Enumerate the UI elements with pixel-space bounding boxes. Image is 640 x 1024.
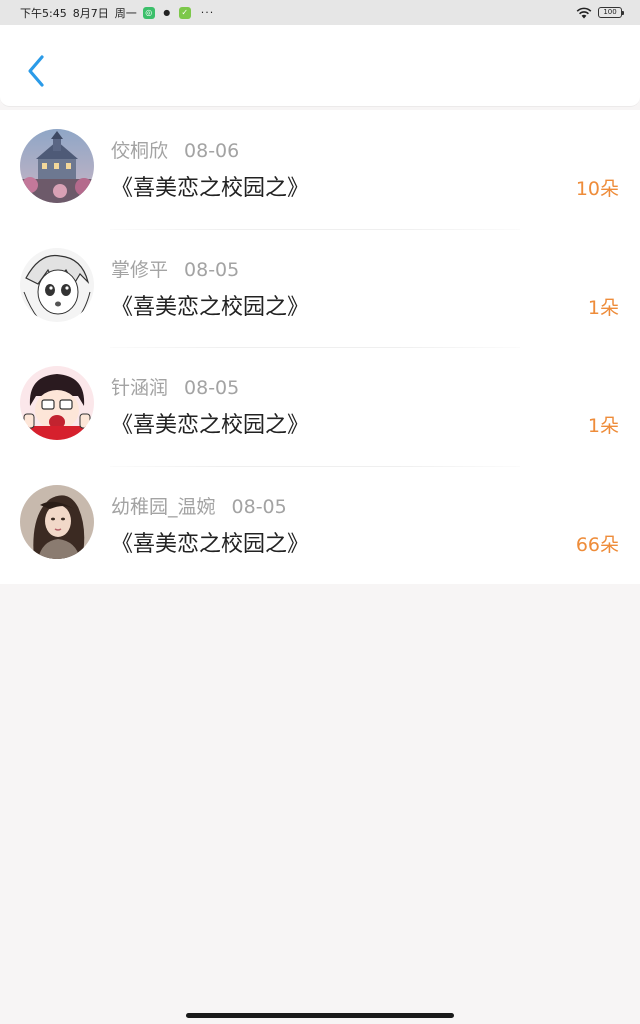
gift-meta: 佼桐欣 08-06 — [111, 136, 239, 163]
status-date: 8月7日 — [72, 6, 109, 20]
username[interactable]: 掌修平 — [111, 259, 168, 281]
gift-amount: 10朵 — [575, 178, 619, 200]
username[interactable]: 针涵润 — [111, 377, 168, 399]
username[interactable]: 幼稚园_温婉 — [111, 496, 216, 518]
back-button[interactable] — [18, 51, 54, 91]
gift-meta: 掌修平 08-05 — [111, 255, 239, 282]
book-title[interactable]: 《喜美恋之校园之》 — [111, 526, 309, 558]
gift-meta: 幼稚园_温婉 08-05 — [111, 492, 287, 519]
status-time: 下午5:45 — [20, 6, 67, 20]
username[interactable]: 佼桐欣 — [111, 140, 168, 162]
avatar[interactable] — [20, 129, 94, 203]
list-item[interactable]: 佼桐欣 08-06 《喜美恋之校园之》 10朵 — [0, 110, 640, 229]
gift-date: 08-05 — [184, 258, 240, 281]
gift-date: 08-05 — [231, 495, 287, 518]
wifi-icon — [576, 7, 592, 18]
avatar[interactable] — [20, 366, 94, 440]
gift-date: 08-05 — [184, 377, 240, 399]
status-bar: 下午5:45 8月7日 周一 ◎ ● ✓ ··· 100 — [0, 0, 640, 25]
list-item[interactable]: 幼稚园_温婉 08-05 《喜美恋之校园之》 66朵 — [0, 465, 640, 585]
gift-date: 08-06 — [184, 140, 240, 162]
list-item[interactable]: 掌修平 08-05 《喜美恋之校园之》 1朵 — [0, 228, 640, 348]
battery-icon: 100 — [598, 7, 624, 18]
app-notification-icon: ◎ — [142, 6, 155, 19]
chevron-left-icon — [28, 55, 44, 87]
gift-list: 佼桐欣 08-06 《喜美恋之校园之》 10朵 掌修平 08-05 《喜美恋之校园之… — [0, 110, 640, 584]
gift-amount: 1朵 — [587, 415, 619, 437]
nav-bar — [0, 25, 640, 107]
gift-amount: 66朵 — [575, 533, 619, 556]
book-title[interactable]: 《喜美恋之校园之》 — [111, 289, 309, 321]
status-weekday: 周一 — [114, 6, 137, 20]
gift-meta: 针涵润 08-05 — [111, 373, 239, 400]
gift-amount: 1朵 — [587, 296, 619, 319]
book-title[interactable]: 《喜美恋之校园之》 — [111, 170, 309, 202]
list-item[interactable]: 针涵润 08-05 《喜美恋之校园之》 1朵 — [0, 347, 640, 466]
avatar[interactable] — [20, 247, 94, 322]
status-left: 下午5:45 8月7日 周一 ◎ ● ✓ ··· — [20, 5, 576, 21]
avatar[interactable] — [20, 484, 94, 559]
pet-notification-icon: ● — [160, 6, 173, 19]
book-title[interactable]: 《喜美恋之校园之》 — [111, 407, 309, 439]
more-notifications-icon: ··· — [200, 6, 215, 19]
home-indicator[interactable] — [186, 1013, 454, 1018]
shield-notification-icon: ✓ — [178, 6, 191, 19]
status-right: 100 — [576, 7, 624, 19]
